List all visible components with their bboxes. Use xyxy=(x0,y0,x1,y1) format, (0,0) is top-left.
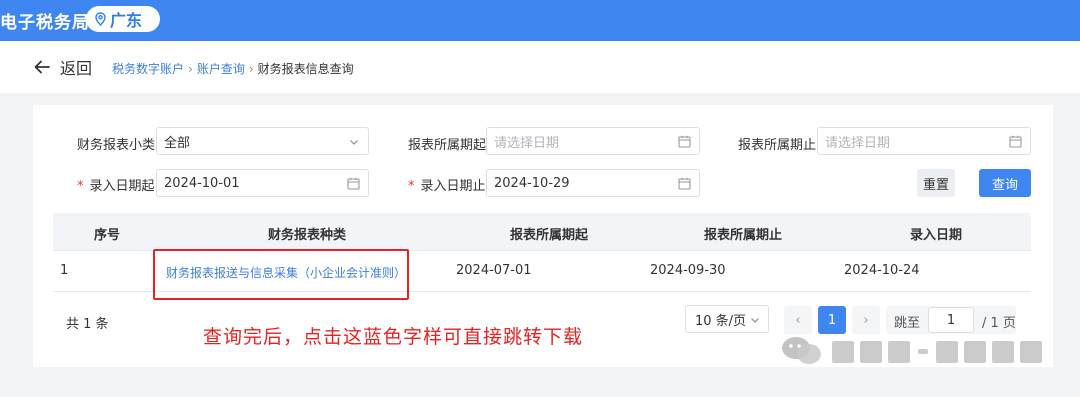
chat-bubble-icon xyxy=(782,337,821,364)
cell-period-start: 2024-07-01 xyxy=(456,263,532,278)
column-header-report-kind: 财务报表种类 xyxy=(268,228,347,243)
entry-date-end-label: * 录入日期止 xyxy=(408,179,486,194)
column-header-period-start: 报表所属期起 xyxy=(510,228,589,243)
calendar-icon xyxy=(1009,135,1022,148)
watermark xyxy=(780,333,1050,369)
entry-date-start-input[interactable]: 2024-10-01 xyxy=(156,169,369,197)
chevron-down-icon xyxy=(350,140,358,145)
page-jumper: 跳至 1 / 1 页 xyxy=(886,306,1016,334)
cell-entry-date: 2024-10-24 xyxy=(844,263,920,278)
back-label: 返回 xyxy=(60,59,93,78)
total-count: 共 1 条 xyxy=(66,317,109,332)
page-size-select[interactable]: 10 条/页 xyxy=(685,305,769,333)
reset-button[interactable]: 重置 xyxy=(917,169,955,197)
breadcrumb-separator: › xyxy=(248,61,254,76)
report-type-value: 全部 xyxy=(164,135,191,151)
back-button[interactable]: 返回 xyxy=(34,55,92,79)
calendar-icon xyxy=(347,177,360,190)
breadcrumb-separator: › xyxy=(188,61,193,76)
breadcrumb-item-account-query[interactable]: 账户查询 xyxy=(197,60,245,77)
required-mark: * xyxy=(77,179,84,194)
period-start-date-input[interactable]: 请选择日期 xyxy=(486,127,700,155)
entry-date-end-value: 2024-10-29 xyxy=(494,175,570,191)
app-title: 电子税务局 xyxy=(0,13,90,33)
period-end-date-input[interactable]: 请选择日期 xyxy=(817,127,1031,155)
jump-label: 跳至 xyxy=(894,316,921,331)
nav-bar: 返回 税务数字账户 › 账户查询 › 财务报表信息查询 xyxy=(0,41,1080,93)
chevron-down-icon xyxy=(751,318,759,323)
report-type-select[interactable]: 全部 xyxy=(156,127,369,155)
total-pages: / 1 页 xyxy=(982,316,1016,331)
entry-date-start-label: * 录入日期起 xyxy=(77,179,155,194)
period-end-placeholder: 请选择日期 xyxy=(825,135,891,151)
column-header-period-end: 报表所属期止 xyxy=(704,228,783,243)
table-header: 序号 财务报表种类 报表所属期起 报表所属期止 录入日期 xyxy=(53,213,1031,251)
region-label: 广东 xyxy=(110,11,143,30)
report-type-label: 财务报表小类 xyxy=(77,138,156,153)
period-start-label: 报表所属期起 xyxy=(408,138,487,153)
breadcrumb-item-current: 财务报表信息查询 xyxy=(257,62,354,76)
breadcrumb: 税务数字账户 › 账户查询 › 财务报表信息查询 xyxy=(112,60,354,77)
annotation-text: 查询完后，点击这蓝色字样可直接跳转下载 xyxy=(203,326,584,348)
period-end-label: 报表所属期止 xyxy=(738,138,817,153)
calendar-icon xyxy=(678,135,691,148)
page-1-button[interactable]: 1 xyxy=(818,306,846,334)
calendar-icon xyxy=(678,177,691,190)
arrow-left-icon xyxy=(34,60,50,74)
required-mark: * xyxy=(408,179,415,194)
cell-period-end: 2024-09-30 xyxy=(650,263,726,278)
breadcrumb-item-digital-account[interactable]: 税务数字账户 xyxy=(112,60,184,77)
query-button[interactable]: 查询 xyxy=(979,169,1031,197)
column-header-entry-date: 录入日期 xyxy=(910,228,963,243)
page-size-value: 10 条/页 xyxy=(695,313,747,329)
top-bar: 电子税务局 广东 xyxy=(0,0,1080,41)
highlight-box xyxy=(153,249,409,300)
cell-index: 1 xyxy=(60,263,69,278)
period-start-placeholder: 请选择日期 xyxy=(494,135,560,151)
location-pin-icon xyxy=(95,12,106,26)
region-selector[interactable]: 广东 xyxy=(86,6,160,32)
entry-date-end-input[interactable]: 2024-10-29 xyxy=(486,169,700,197)
entry-date-start-value: 2024-10-01 xyxy=(164,175,240,191)
prev-page-button[interactable]: ‹ xyxy=(784,306,812,334)
next-page-button[interactable]: › xyxy=(852,306,880,334)
jump-page-input[interactable]: 1 xyxy=(928,307,974,333)
column-header-index: 序号 xyxy=(94,228,121,243)
